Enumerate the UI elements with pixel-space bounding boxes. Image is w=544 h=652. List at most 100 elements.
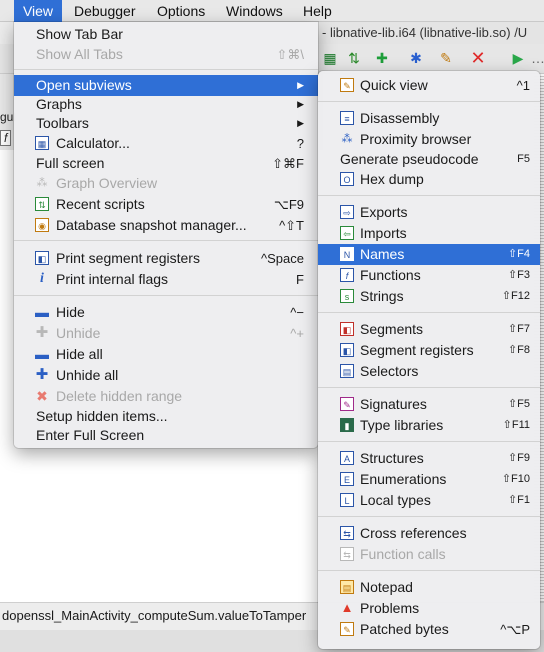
menu-item-label: Show Tab Bar — [36, 26, 123, 42]
menu-item-shortcut: ^⌥P — [500, 622, 530, 637]
menu-item-cross-references[interactable]: ⇆ Cross references — [318, 523, 540, 544]
cross-references-icon: ⇆ — [340, 526, 354, 540]
separator — [318, 387, 540, 388]
menu-item-full-screen[interactable]: Full screen ⇧⌘F — [14, 153, 318, 174]
menu-item-shortcut: ⇧F7 — [507, 323, 530, 335]
menu-item-shortcut: ⇧F10 — [501, 473, 530, 485]
menu-item-label: Functions — [360, 267, 421, 283]
menu-item-label: Print internal flags — [56, 271, 169, 287]
menu-item-print-segment-registers[interactable]: ◧ Print segment registers ^Space — [14, 248, 318, 269]
view-menu: Show Tab Bar Show All Tabs ⇧⌘\ Open subv… — [14, 22, 318, 448]
menu-item-toolbars[interactable]: Toolbars ▶ — [14, 113, 318, 134]
menu-item-segments[interactable]: ◧ Segments ⇧F7 — [318, 319, 540, 340]
menu-item-enter-full-screen[interactable]: Enter Full Screen — [14, 425, 318, 446]
menu-item-setup-hidden-items[interactable]: Setup hidden items... — [14, 406, 318, 427]
menu-item-label: Print segment registers — [56, 250, 200, 266]
imports-icon: ⇦ — [340, 226, 354, 240]
menu-item-names[interactable]: N Names ⇧F4 — [318, 244, 540, 265]
menu-item-segment-registers[interactable]: ◧ Segment registers ⇧F8 — [318, 340, 540, 361]
menu-item-functions[interactable]: f Functions ⇧F3 — [318, 265, 540, 286]
menu-item-imports[interactable]: ⇦ Imports — [318, 223, 540, 244]
menu-item-label: Local types — [360, 492, 431, 508]
menu-item-label: Exports — [360, 204, 408, 220]
more-icon[interactable]: … — [530, 50, 544, 66]
script-icon[interactable]: ⇅ — [346, 50, 362, 66]
menubar-view[interactable]: View — [14, 0, 62, 22]
menubar-options[interactable]: Options — [157, 0, 205, 22]
menu-item-database-snapshot[interactable]: ◉ Database snapshot manager... ^⇧T — [14, 215, 318, 236]
menu-item-strings[interactable]: s Strings ⇧F12 — [318, 286, 540, 307]
structures-icon: A — [340, 451, 354, 465]
menu-item-enumerations[interactable]: E Enumerations ⇧F10 — [318, 469, 540, 490]
menu-item-label: Patched bytes — [360, 621, 449, 637]
menu-item-shortcut: ⇧F9 — [507, 452, 530, 464]
menu-item-unhide-all[interactable]: ✚ Unhide all — [14, 365, 318, 386]
menu-item-label: Disassembly — [360, 110, 440, 126]
menu-item-generate-pseudocode[interactable]: Generate pseudocode F5 — [318, 149, 540, 170]
edit-icon[interactable]: ✎ — [438, 50, 454, 66]
enumerations-icon: E — [340, 472, 354, 486]
menu-item-hex-dump[interactable]: O Hex dump — [318, 169, 540, 190]
menu-item-patched-bytes[interactable]: ✎ Patched bytes ^⌥P — [318, 619, 540, 640]
segment-registers-icon: ◧ — [35, 251, 49, 265]
menu-item-local-types[interactable]: L Local types ⇧F1 — [318, 490, 540, 511]
menu-item-shortcut: ^+ — [290, 326, 304, 341]
menu-item-hide[interactable]: ▬ Hide ^− — [14, 302, 318, 323]
menu-item-label: Recent scripts — [56, 196, 145, 212]
menu-item-label: Enumerations — [360, 471, 447, 487]
menubar-debugger[interactable]: Debugger — [74, 0, 136, 22]
submenu-arrow-icon: ▶ — [297, 80, 304, 90]
segments-icon: ◧ — [340, 322, 354, 336]
menu-item-shortcut: ? — [296, 136, 304, 151]
window-title: - libnative-lib.i64 (libnative-lib.so) /… — [318, 22, 544, 44]
menu-item-quick-view[interactable]: ✎ Quick view ^1 — [318, 75, 540, 96]
calculator-icon: ▦ — [35, 136, 49, 150]
menu-item-label: Setup hidden items... — [36, 408, 168, 424]
asterisk-icon[interactable]: ✱ — [408, 50, 424, 66]
menubar-windows[interactable]: Windows — [226, 0, 283, 22]
function-calls-icon: ⇆ — [340, 547, 354, 561]
menubar-help[interactable]: Help — [303, 0, 332, 22]
menu-item-label: Structures — [360, 450, 424, 466]
menu-item-open-subviews[interactable]: Open subviews ▶ — [14, 75, 318, 96]
menu-item-structures[interactable]: A Structures ⇧F9 — [318, 448, 540, 469]
delete-icon[interactable]: ✕ — [470, 49, 486, 67]
menu-item-show-tab-bar[interactable]: Show Tab Bar — [14, 24, 318, 45]
menu-item-graphs[interactable]: Graphs ▶ — [14, 94, 318, 115]
function-icon[interactable]: f — [0, 130, 12, 146]
functions-icon: f — [340, 268, 354, 282]
menu-item-label: Strings — [360, 288, 404, 304]
signatures-icon: ✎ — [340, 397, 354, 411]
menu-item-notepad[interactable]: ▤ Notepad — [318, 577, 540, 598]
structure-icon[interactable]: ▦ — [322, 50, 338, 66]
separator — [318, 570, 540, 571]
selectors-icon: ▤ — [340, 364, 354, 378]
menu-item-signatures[interactable]: ✎ Signatures ⇧F5 — [318, 394, 540, 415]
menu-item-hide-all[interactable]: ▬ Hide all — [14, 344, 318, 365]
menu-item-selectors[interactable]: ▤ Selectors — [318, 361, 540, 382]
menu-item-label: Notepad — [360, 579, 413, 595]
menu-item-shortcut: ⌥F9 — [273, 197, 304, 212]
separator — [14, 69, 318, 70]
menu-item-label: Full screen — [36, 155, 105, 171]
menu-item-disassembly[interactable]: ≡ Disassembly — [318, 108, 540, 129]
menu-item-label: Signatures — [360, 396, 427, 412]
menu-item-type-libraries[interactable]: ▮ Type libraries ⇧F11 — [318, 415, 540, 436]
run-icon[interactable]: ▶ — [510, 50, 526, 66]
submenu-arrow-icon: ▶ — [297, 118, 304, 128]
menu-item-show-all-tabs: Show All Tabs ⇧⌘\ — [14, 44, 318, 65]
menu-item-proximity-browser[interactable]: ⁂ Proximity browser — [318, 129, 540, 150]
menu-item-label: Database snapshot manager... — [56, 217, 247, 233]
scripts-icon: ⇅ — [35, 197, 49, 211]
menu-item-problems[interactable]: ▲ Problems — [318, 598, 540, 619]
menu-item-exports[interactable]: ⇨ Exports — [318, 202, 540, 223]
menu-item-shortcut: F5 — [517, 153, 530, 165]
menu-item-label: Problems — [360, 600, 420, 616]
menu-item-recent-scripts[interactable]: ⇅ Recent scripts ⌥F9 — [14, 194, 318, 215]
menu-item-label: Graph Overview — [56, 175, 158, 191]
menu-item-unhide: ✚ Unhide ^+ — [14, 323, 318, 344]
menu-item-label: Names — [360, 246, 405, 262]
menu-item-print-internal-flags[interactable]: i Print internal flags F — [14, 269, 318, 290]
menu-item-calculator[interactable]: ▦ Calculator... ? — [14, 133, 318, 154]
add-icon[interactable]: ✚ — [374, 50, 390, 66]
